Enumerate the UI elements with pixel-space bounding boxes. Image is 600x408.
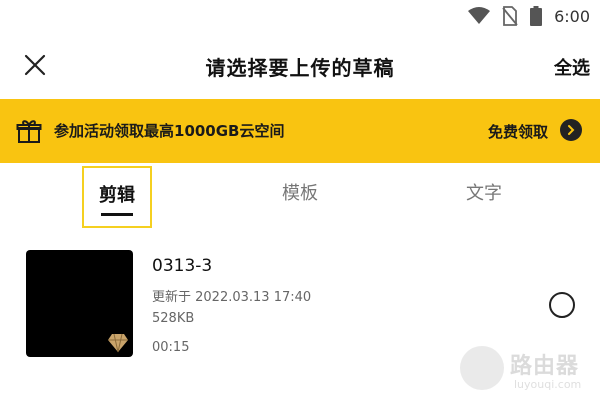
draft-updated: 更新于 2022.03.13 17:40 (152, 290, 312, 305)
draft-size: 528KB (152, 311, 195, 326)
select-all-button[interactable]: 全选 (554, 54, 590, 80)
tab-bar: 剪辑 模板 文字 (0, 166, 600, 232)
watermark-logo-icon (460, 346, 504, 390)
watermark-subtext: luyouqi.com (514, 378, 582, 391)
tab-label: 文字 (466, 183, 502, 204)
tab-template[interactable]: 模板 (262, 166, 338, 228)
tab-edit[interactable]: 剪辑 (82, 166, 152, 228)
wifi-icon (468, 7, 491, 24)
page-title: 请选择要上传的草稿 (205, 56, 395, 80)
promo-banner[interactable]: 参加活动领取最高1000GB云空间 免费领取 (0, 99, 600, 163)
draft-duration: 00:15 (152, 340, 190, 355)
draft-thumbnail (26, 250, 133, 357)
header: 请选择要上传的草稿 全选 (0, 36, 600, 94)
select-radio[interactable] (549, 292, 575, 318)
battery-icon (530, 6, 543, 26)
draft-name: 0313-3 (152, 256, 213, 276)
status-icons: 6:00 (468, 6, 590, 26)
promo-text: 参加活动领取最高1000GB云空间 (54, 122, 285, 140)
tab-active-indicator (101, 213, 133, 216)
status-bar: 6:00 (0, 0, 600, 34)
promo-claim-link[interactable]: 免费领取 (488, 121, 548, 142)
watermark-text: 路由器 (510, 354, 580, 379)
tab-label: 剪辑 (99, 185, 135, 206)
tab-text[interactable]: 文字 (446, 166, 522, 228)
tab-label: 模板 (282, 183, 318, 204)
gift-icon (16, 120, 42, 143)
watermark: 路由器 luyouqi.com (460, 342, 600, 402)
status-time: 6:00 (554, 6, 590, 26)
diamond-icon (108, 333, 128, 353)
chevron-right-icon[interactable] (560, 119, 582, 141)
no-sim-icon (502, 6, 518, 26)
